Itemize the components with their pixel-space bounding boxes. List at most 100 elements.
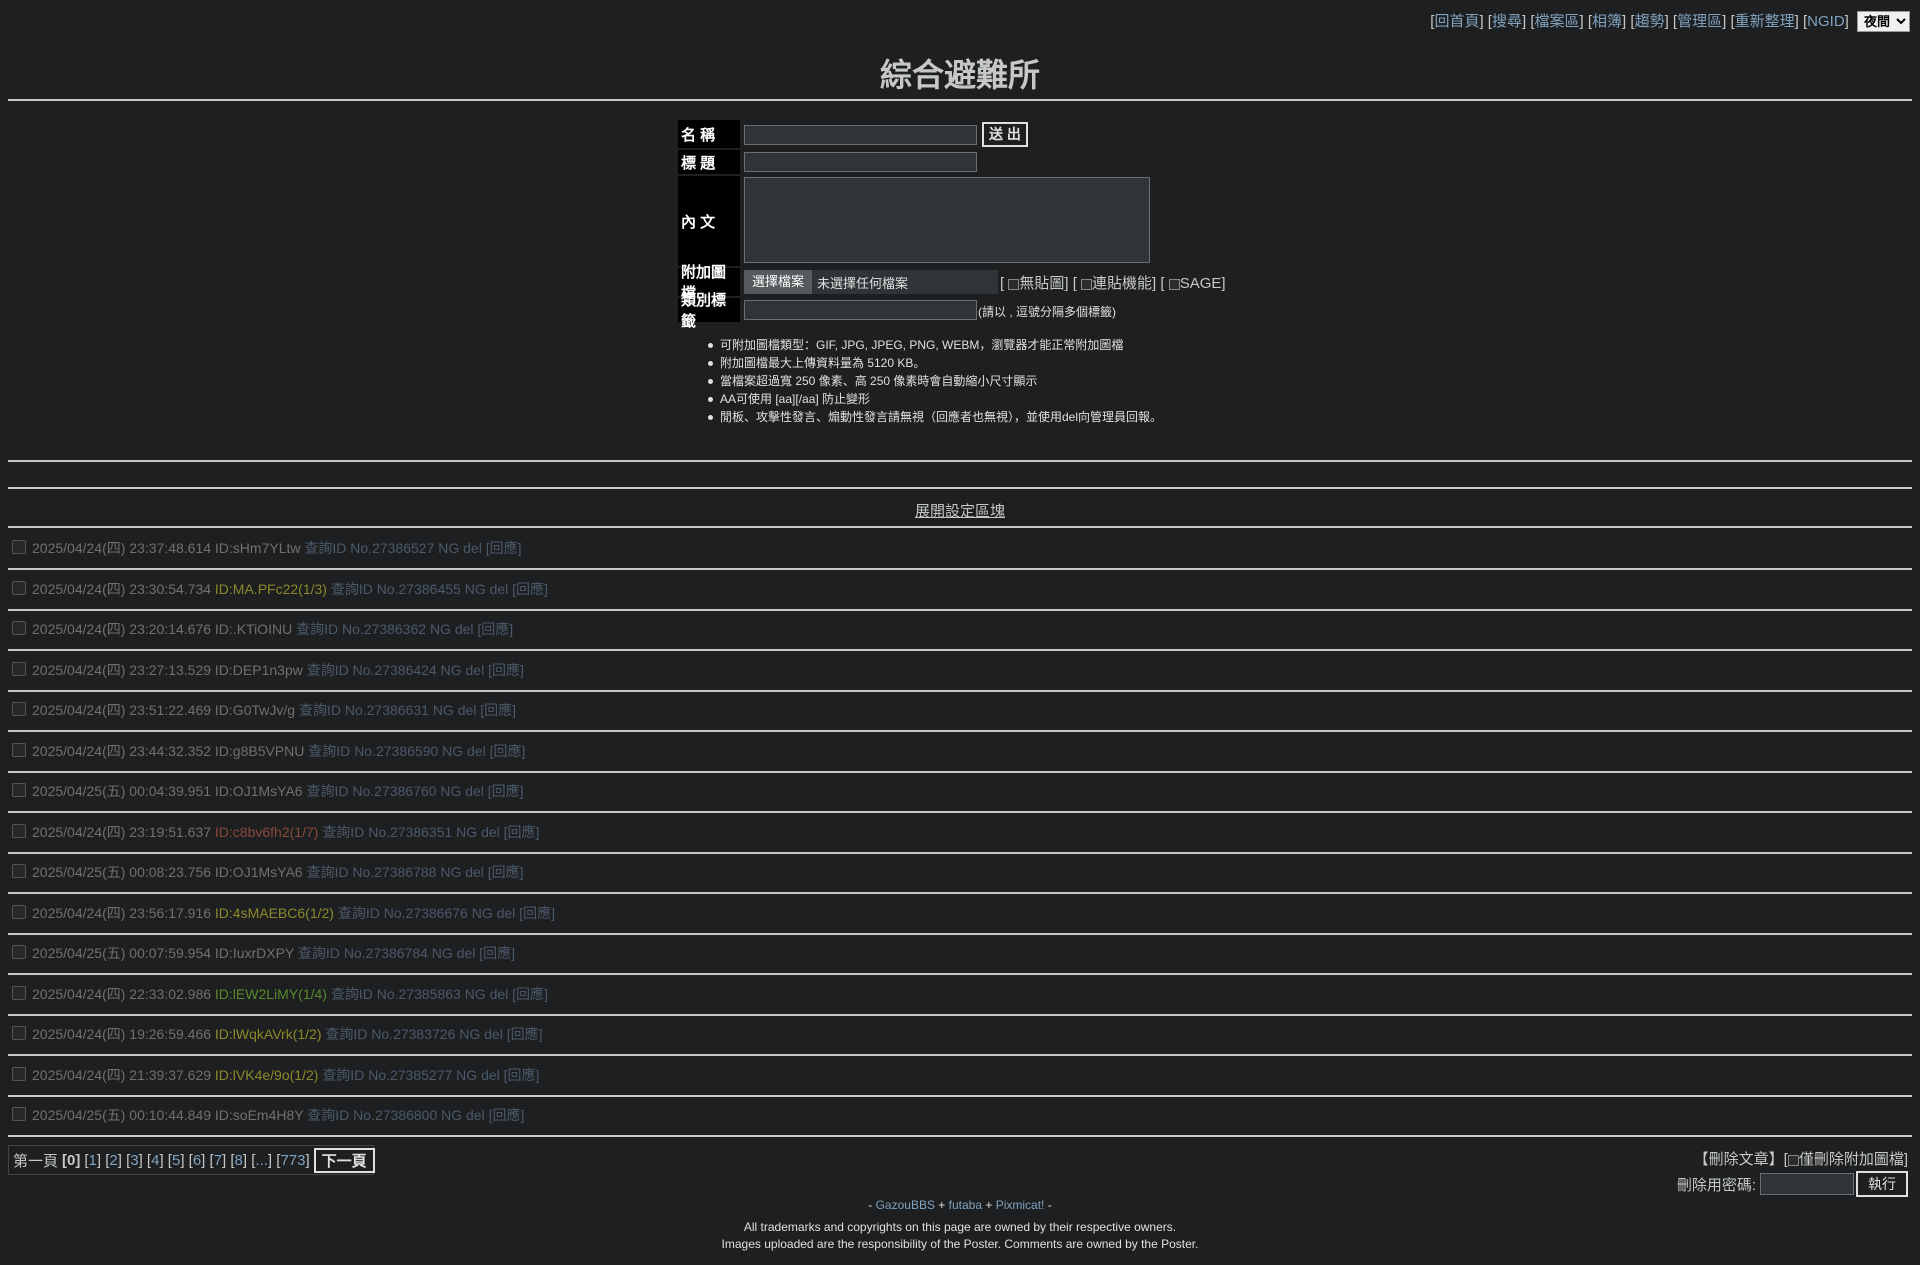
reply-link[interactable]: [回應] bbox=[489, 1107, 525, 1123]
link-checkbox[interactable] bbox=[1081, 278, 1093, 290]
ng-link[interactable]: NG bbox=[456, 824, 477, 840]
post-number[interactable]: No.27386527 bbox=[350, 540, 434, 556]
post-number[interactable]: No.27386424 bbox=[353, 662, 437, 678]
query-id-link[interactable]: 查詢ID bbox=[296, 621, 338, 637]
nav-home[interactable]: 回首頁 bbox=[1434, 13, 1479, 30]
reply-link[interactable]: [回應] bbox=[480, 702, 516, 718]
del-link[interactable]: del bbox=[457, 945, 476, 961]
ng-link[interactable]: NG bbox=[441, 1107, 462, 1123]
nav-archive[interactable]: 檔案區 bbox=[1535, 13, 1580, 30]
ng-link[interactable]: NG bbox=[456, 1067, 477, 1083]
del-link[interactable]: del bbox=[467, 743, 486, 759]
post-checkbox[interactable] bbox=[12, 540, 26, 554]
query-id-link[interactable]: 查詢ID bbox=[304, 540, 346, 556]
reply-link[interactable]: [回應] bbox=[488, 864, 524, 880]
noimg-checkbox[interactable] bbox=[1008, 278, 1020, 290]
post-checkbox[interactable] bbox=[12, 945, 26, 959]
reply-link[interactable]: [回應] bbox=[488, 662, 524, 678]
ng-link[interactable]: NG bbox=[432, 945, 453, 961]
query-id-link[interactable]: 查詢ID bbox=[331, 581, 373, 597]
ng-link[interactable]: NG bbox=[438, 540, 459, 556]
post-number[interactable]: No.27386351 bbox=[368, 824, 452, 840]
del-link[interactable]: del bbox=[497, 905, 516, 921]
page-link[interactable]: 3 bbox=[130, 1152, 138, 1169]
post-checkbox[interactable] bbox=[12, 702, 26, 716]
reply-link[interactable]: [回應] bbox=[479, 945, 515, 961]
reply-link[interactable]: [回應] bbox=[512, 986, 548, 1002]
nav-ngid[interactable]: NGID bbox=[1807, 13, 1845, 30]
file-picker[interactable]: 選擇檔案 未選擇任何檔案 bbox=[744, 270, 998, 294]
post-checkbox[interactable] bbox=[12, 905, 26, 919]
post-checkbox[interactable] bbox=[12, 1026, 26, 1040]
query-id-link[interactable]: 查詢ID bbox=[325, 1026, 367, 1042]
ng-link[interactable]: NG bbox=[440, 783, 461, 799]
ng-link[interactable]: NG bbox=[459, 1026, 480, 1042]
page-link[interactable]: 773 bbox=[280, 1152, 305, 1169]
query-id-link[interactable]: 查詢ID bbox=[308, 743, 350, 759]
subject-input[interactable] bbox=[744, 152, 977, 172]
post-checkbox[interactable] bbox=[12, 783, 26, 797]
post-number[interactable]: No.27386784 bbox=[344, 945, 428, 961]
nav-refresh[interactable]: 重新整理 bbox=[1735, 13, 1795, 30]
del-link[interactable]: del bbox=[490, 581, 509, 597]
post-number[interactable]: No.27386760 bbox=[352, 783, 436, 799]
reply-link[interactable]: [回應] bbox=[477, 621, 513, 637]
page-link[interactable]: 6 bbox=[193, 1152, 201, 1169]
page-link[interactable]: 5 bbox=[172, 1152, 180, 1169]
query-id-link[interactable]: 查詢ID bbox=[322, 824, 364, 840]
query-id-link[interactable]: 查詢ID bbox=[307, 1107, 349, 1123]
name-input[interactable] bbox=[744, 125, 977, 145]
query-id-link[interactable]: 查詢ID bbox=[298, 945, 340, 961]
nav-trend[interactable]: 趨勢 bbox=[1635, 13, 1665, 30]
post-number[interactable]: No.27386800 bbox=[353, 1107, 437, 1123]
nav-admin[interactable]: 管理區 bbox=[1677, 13, 1722, 30]
next-page-button[interactable]: 下一頁 bbox=[313, 1147, 375, 1173]
post-checkbox[interactable] bbox=[12, 986, 26, 1000]
reply-link[interactable]: [回應] bbox=[504, 1067, 540, 1083]
ng-link[interactable]: NG bbox=[472, 905, 493, 921]
post-number[interactable]: No.27386455 bbox=[377, 581, 461, 597]
page-link[interactable]: 8 bbox=[235, 1152, 243, 1169]
pixmicat-link[interactable]: Pixmicat! bbox=[996, 1198, 1045, 1212]
post-number[interactable]: No.27386362 bbox=[342, 621, 426, 637]
page-link[interactable]: 7 bbox=[214, 1152, 222, 1169]
submit-button[interactable]: 送 出 bbox=[982, 122, 1028, 147]
reply-link[interactable]: [回應] bbox=[512, 581, 548, 597]
gazoubbs-link[interactable]: GazouBBS bbox=[876, 1198, 935, 1212]
query-id-link[interactable]: 查詢ID bbox=[322, 1067, 364, 1083]
query-id-link[interactable]: 查詢ID bbox=[307, 662, 349, 678]
delete-password-input[interactable] bbox=[1760, 1173, 1854, 1195]
execute-button[interactable]: 執行 bbox=[1856, 1171, 1908, 1197]
content-textarea[interactable] bbox=[744, 177, 1150, 263]
post-checkbox[interactable] bbox=[12, 1067, 26, 1081]
query-id-link[interactable]: 查詢ID bbox=[299, 702, 341, 718]
reply-link[interactable]: [回應] bbox=[504, 824, 540, 840]
futaba-link[interactable]: futaba bbox=[949, 1198, 982, 1212]
post-checkbox[interactable] bbox=[12, 1107, 26, 1121]
query-id-link[interactable]: 查詢ID bbox=[331, 986, 373, 1002]
post-checkbox[interactable] bbox=[12, 581, 26, 595]
del-link[interactable]: del bbox=[484, 1026, 503, 1042]
post-checkbox[interactable] bbox=[12, 824, 26, 838]
query-id-link[interactable]: 查詢ID bbox=[338, 905, 380, 921]
post-checkbox[interactable] bbox=[12, 621, 26, 635]
del-link[interactable]: del bbox=[481, 1067, 500, 1083]
tag-input[interactable] bbox=[744, 300, 977, 320]
del-link[interactable]: del bbox=[490, 986, 509, 1002]
ng-link[interactable]: NG bbox=[440, 864, 461, 880]
only-image-checkbox[interactable] bbox=[1787, 1154, 1799, 1166]
del-link[interactable]: del bbox=[458, 702, 477, 718]
page-link[interactable]: ... bbox=[255, 1152, 268, 1169]
post-number[interactable]: No.27385277 bbox=[368, 1067, 452, 1083]
reply-link[interactable]: [回應] bbox=[490, 743, 526, 759]
post-number[interactable]: No.27383726 bbox=[371, 1026, 455, 1042]
del-link[interactable]: del bbox=[466, 1107, 485, 1123]
theme-mode-select[interactable]: 夜間 bbox=[1857, 11, 1910, 32]
nav-album[interactable]: 相簿 bbox=[1592, 13, 1622, 30]
reply-link[interactable]: [回應] bbox=[519, 905, 555, 921]
sage-checkbox[interactable] bbox=[1168, 278, 1180, 290]
post-number[interactable]: No.27386590 bbox=[354, 743, 438, 759]
post-number[interactable]: No.27386631 bbox=[345, 702, 429, 718]
page-link[interactable]: 4 bbox=[151, 1152, 159, 1169]
del-link[interactable]: del bbox=[465, 864, 484, 880]
